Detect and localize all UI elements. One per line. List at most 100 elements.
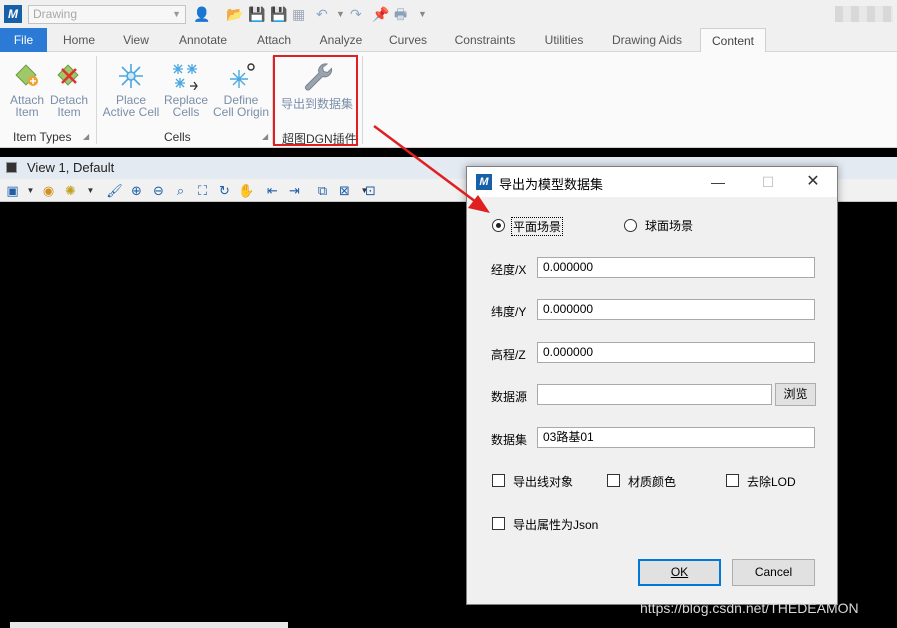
dataset-label: 数据集 [491,433,528,447]
group-label-item-types: Item Types [13,130,72,144]
user-icon[interactable]: 👤 [193,5,210,23]
export-lines-checkbox[interactable] [492,474,505,487]
tab-annotate[interactable]: Annotate [170,28,236,52]
view-next-icon[interactable]: ⇥ [286,182,303,199]
cells-launcher-icon[interactable]: ◢ [262,132,268,141]
highlight-box [273,55,358,146]
place-active-cell-button[interactable]: Place Active Cell [100,62,162,118]
tab-constraints[interactable]: Constraints [446,28,524,52]
fit-view-icon[interactable]: ⛶ [194,182,211,199]
undo-dropdown-icon[interactable]: ▼ [336,5,345,23]
view-title: View 1, Default [27,160,115,175]
maximize-button[interactable]: ☐ [753,171,783,193]
lighting-icon[interactable]: ✺ [62,182,79,199]
define-cell-origin-icon [227,62,255,90]
longitude-input[interactable]: 0.000000 [537,257,815,278]
tab-analyze[interactable]: Analyze [312,28,370,52]
dialog-app-icon: M [476,174,492,190]
view-attributes-icon[interactable]: ▣ [4,182,21,199]
clip-volume-icon[interactable]: ⊠ [336,182,353,199]
workspace-select[interactable]: Drawing ▼ [28,5,186,24]
save-settings-icon[interactable]: 💾 [270,5,287,23]
save-icon[interactable]: 💾 [248,5,265,23]
define-cell-origin-button[interactable]: Define Cell Origin [210,62,272,118]
workspace-select-value: Drawing [33,7,78,21]
dialog-title: 导出为模型数据集 [499,177,604,192]
dialog-title-bar[interactable]: M 导出为模型数据集 — ☐ ✕ [467,167,837,197]
ok-button[interactable]: OK [638,559,721,586]
export-json-checkbox[interactable] [492,517,505,530]
clip-mask-icon[interactable]: ⊡ [362,182,379,199]
zoom-out-icon[interactable]: ⊖ [150,182,167,199]
ribbon-separator [362,56,363,144]
chevron-down-icon: ▼ [172,9,181,19]
place-active-cell-label-2: Active Cell [102,105,160,119]
tab-content[interactable]: Content [700,28,766,53]
ok-button-label: OK [670,565,689,579]
export-lines-label: 导出线对象 [513,475,574,489]
redo-icon[interactable]: ↷ [350,5,362,23]
tab-view[interactable]: View [114,28,158,52]
ribbon-tabs: File Home View Annotate Attach Analyze C… [0,28,897,53]
view-window-icon[interactable] [6,162,17,173]
update-view-icon[interactable]: 🖌 [106,182,123,199]
zoom-in-icon[interactable]: ⊕ [128,182,145,199]
attach-item-button[interactable]: Attach Item [6,62,48,118]
place-active-cell-icon [117,62,145,90]
tab-utilities[interactable]: Utilities [536,28,592,52]
customize-toolbar-icon[interactable]: ▼ [418,5,427,23]
longitude-label: 经度/X [491,263,527,277]
pin-icon[interactable]: 📌 [372,5,389,23]
material-color-label: 材质颜色 [628,475,677,489]
undo-icon[interactable]: ↶ [316,5,328,23]
watermark-text: https://blog.csdn.net/THEDEAMON [640,600,859,616]
ribbon-panel: Attach Item Detach Item Item Types ◢ Pla… [0,52,897,148]
compress-icon[interactable]: ▦ [292,5,305,23]
minimize-button[interactable]: — [703,171,733,193]
flat-scene-label: 平面场景 [511,217,564,236]
app-logo-icon: M [4,5,22,23]
pan-view-icon[interactable]: ✋ [238,182,255,199]
dropdown-icon[interactable]: ▼ [82,182,99,199]
view-previous-icon[interactable]: ⇤ [264,182,281,199]
close-button[interactable]: ✕ [798,171,828,193]
sphere-scene-radio[interactable] [624,219,637,232]
tab-file[interactable]: File [0,28,47,52]
material-color-checkbox[interactable] [607,474,620,487]
ribbon-separator [96,56,97,144]
browse-button[interactable]: 浏览 [775,383,816,406]
replace-cells-button[interactable]: Replace Cells [162,62,210,118]
datasource-input[interactable] [537,384,772,405]
open-folder-icon[interactable]: 📂 [226,5,243,23]
tab-home[interactable]: Home [54,28,104,52]
attach-item-label-2: Item [15,105,39,119]
dataset-input[interactable]: 03路基01 [537,427,815,448]
item-types-launcher-icon[interactable]: ◢ [83,132,89,141]
detach-item-button[interactable]: Detach Item [48,62,90,118]
datasource-label: 数据源 [491,390,528,404]
group-label-cells: Cells [164,130,191,144]
define-cell-origin-label-2: Cell Origin [212,105,269,119]
flat-scene-radio[interactable] [492,219,505,232]
remove-lod-checkbox[interactable] [726,474,739,487]
latitude-input[interactable]: 0.000000 [537,299,815,320]
tab-drawing-aids[interactable]: Drawing Aids [604,28,690,52]
elevation-input[interactable]: 0.000000 [537,342,815,363]
rotate-view-icon[interactable]: ↻ [216,182,233,199]
export-json-label: 导出属性为Json [513,518,599,532]
tab-attach[interactable]: Attach [248,28,300,52]
tab-curves[interactable]: Curves [382,28,434,52]
cancel-button[interactable]: Cancel [732,559,815,586]
copy-view-icon[interactable]: ⧉ [314,182,331,199]
display-style-icon[interactable]: ◉ [40,182,57,199]
print-icon[interactable]: 🖶 [394,5,407,23]
latitude-label: 纬度/Y [491,305,527,319]
export-model-dataset-dialog: M 导出为模型数据集 — ☐ ✕ 平面场景 球面场景 经度/X 0.000000… [466,166,838,605]
remove-lod-label: 去除LOD [747,475,796,489]
attach-item-icon [13,62,41,90]
blurred-region [835,6,893,22]
window-area-icon[interactable]: ⌕ [172,182,189,199]
dropdown-icon[interactable]: ▼ [22,182,39,199]
horizontal-scrollbar[interactable] [10,622,288,628]
replace-cells-label-2: Cells [172,105,200,119]
